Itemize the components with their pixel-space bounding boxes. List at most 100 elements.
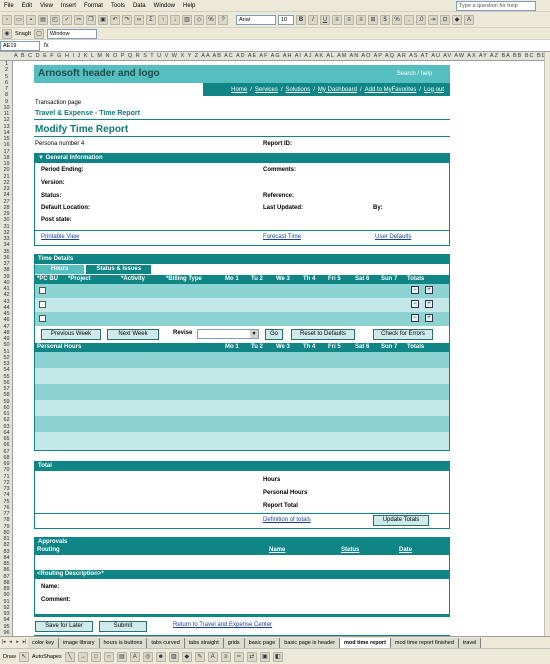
menu-help[interactable]: Help <box>179 3 199 9</box>
sheet-tab[interactable]: tabs curved <box>147 637 185 648</box>
align-right-icon[interactable]: ≡ <box>356 14 366 25</box>
arrow-icon[interactable]: → <box>77 651 88 662</box>
nav-home[interactable]: Home <box>231 87 247 93</box>
picture-icon[interactable]: ▨ <box>168 651 179 662</box>
add-row-icon[interactable]: + <box>425 300 433 308</box>
menu-file[interactable]: File <box>0 3 18 9</box>
check-errors-button[interactable]: Check for Errors <box>373 329 433 340</box>
align-left-icon[interactable]: ≡ <box>332 14 342 25</box>
add-row-icon[interactable]: + <box>425 314 433 322</box>
nav-services[interactable]: Services <box>255 87 278 93</box>
print-icon[interactable]: ▤ <box>38 14 48 25</box>
sheet-tab[interactable]: mod time report finished <box>390 637 459 648</box>
sheet-tab[interactable]: tabs straight <box>184 637 224 648</box>
menu-edit[interactable]: Edit <box>18 3 36 9</box>
underline-icon[interactable]: U <box>320 14 330 25</box>
personal-row[interactable] <box>35 368 449 384</box>
currency-icon[interactable]: $ <box>380 14 390 25</box>
sum-icon[interactable]: Σ <box>146 14 156 25</box>
redo-icon[interactable]: ↷ <box>122 14 132 25</box>
row-checkbox[interactable] <box>39 287 46 294</box>
sort-desc-icon[interactable]: ↓ <box>170 14 180 25</box>
copy-icon[interactable]: ❐ <box>86 14 96 25</box>
return-center-link[interactable]: Return to Travel and Expense Center <box>173 622 272 628</box>
personal-row[interactable] <box>35 352 449 368</box>
reset-defaults-button[interactable]: Reset to Defaults <box>291 329 355 340</box>
tab-hours[interactable]: Hours <box>35 265 85 274</box>
sheet-tab[interactable]: hours is buttons <box>99 637 148 648</box>
menu-tools[interactable]: Tools <box>107 3 129 9</box>
italic-icon[interactable]: I <box>308 14 318 25</box>
align-center-icon[interactable]: ≡ <box>344 14 354 25</box>
line-icon[interactable]: ╲ <box>64 651 75 662</box>
prev-sheet-icon[interactable]: ◂ <box>7 639 14 647</box>
paste-icon[interactable]: ▣ <box>98 14 108 25</box>
vertical-scrollbar[interactable] <box>544 52 550 636</box>
sort-asc-icon[interactable]: ↑ <box>158 14 168 25</box>
sheet-tab[interactable]: color key <box>28 637 60 648</box>
user-defaults-link[interactable]: User Defaults <box>375 234 411 240</box>
clipart-icon[interactable]: ☻ <box>155 651 166 662</box>
select-objects-icon[interactable]: ↖ <box>18 651 29 662</box>
autoshapes-menu[interactable]: AutoShapes <box>32 654 62 660</box>
general-info-header[interactable]: ▼ General Information <box>35 154 449 163</box>
undo-icon[interactable]: ↶ <box>110 14 120 25</box>
col-name[interactable]: Name <box>269 547 285 553</box>
sheet-tab[interactable]: image library <box>59 637 100 648</box>
rectangle-icon[interactable]: □ <box>90 651 101 662</box>
chart-icon[interactable]: ▥ <box>182 14 192 25</box>
help-icon[interactable]: ? <box>218 14 228 25</box>
sheet-tab-active[interactable]: mod time report <box>340 637 391 648</box>
font-size-select[interactable]: 10 <box>278 14 294 25</box>
hyperlink-icon[interactable]: ∞ <box>134 14 144 25</box>
go-button[interactable]: Go <box>265 329 283 340</box>
remove-row-icon[interactable]: − <box>411 314 419 322</box>
next-week-button[interactable]: Next Week <box>107 329 159 340</box>
fill-icon[interactable]: ◆ <box>181 651 192 662</box>
font-name-select[interactable]: Arial <box>236 14 276 25</box>
revise-select[interactable]: ▼ <box>197 329 259 339</box>
save-icon[interactable]: ▪ <box>26 14 36 25</box>
sheet-tab[interactable]: grids <box>223 637 245 648</box>
preview-icon[interactable]: ◰ <box>50 14 60 25</box>
line-style-icon[interactable]: ≡ <box>220 651 231 662</box>
nav-logout[interactable]: Log out <box>424 87 444 93</box>
col-date[interactable]: Date <box>399 547 412 553</box>
menu-view[interactable]: View <box>36 3 57 9</box>
window-select[interactable]: Window <box>46 28 97 39</box>
fx-icon[interactable]: fx <box>44 43 49 49</box>
dash-style-icon[interactable]: ┅ <box>233 651 244 662</box>
tab-status-issues[interactable]: Status & Issues <box>86 265 152 274</box>
name-box[interactable]: AE19 <box>0 40 40 51</box>
cut-icon[interactable]: ✂ <box>74 14 84 25</box>
menu-window[interactable]: Window <box>150 3 179 9</box>
line-color-icon[interactable]: ✎ <box>194 651 205 662</box>
menu-insert[interactable]: Insert <box>57 3 80 9</box>
drawing-icon[interactable]: ◇ <box>194 14 204 25</box>
shadow-icon[interactable]: ▣ <box>259 651 270 662</box>
personal-row[interactable] <box>35 416 449 432</box>
textbox-icon[interactable]: ▤ <box>116 651 127 662</box>
first-sheet-icon[interactable]: |◂ <box>0 639 7 647</box>
decimal-icon[interactable]: .0 <box>416 14 426 25</box>
draw-menu[interactable]: Draw <box>3 654 16 660</box>
sheet-tab[interactable]: basic page <box>244 637 281 648</box>
snagit-icon[interactable]: ◉ <box>2 28 12 39</box>
zoom-icon[interactable]: % <box>206 14 216 25</box>
submit-button[interactable]: Submit <box>99 621 147 632</box>
chevron-down-icon[interactable]: ▼ <box>250 330 258 338</box>
new-icon[interactable]: ▫ <box>2 14 12 25</box>
personal-row[interactable] <box>35 432 449 450</box>
previous-week-button[interactable]: Previous Week <box>41 329 101 340</box>
search-help-link[interactable]: Search / help <box>397 71 432 77</box>
oval-icon[interactable]: ○ <box>103 651 114 662</box>
indent-icon[interactable]: ⇥ <box>428 14 438 25</box>
percent-icon[interactable]: % <box>392 14 402 25</box>
arrow-style-icon[interactable]: ⇄ <box>246 651 257 662</box>
font-color-icon[interactable]: A <box>207 651 218 662</box>
sheet-tab[interactable]: travel <box>458 637 482 648</box>
last-sheet-icon[interactable]: ▸| <box>21 639 28 647</box>
capture-icon[interactable]: ▢ <box>33 28 44 39</box>
bold-icon[interactable]: B <box>296 14 306 25</box>
row-checkbox[interactable] <box>39 301 46 308</box>
